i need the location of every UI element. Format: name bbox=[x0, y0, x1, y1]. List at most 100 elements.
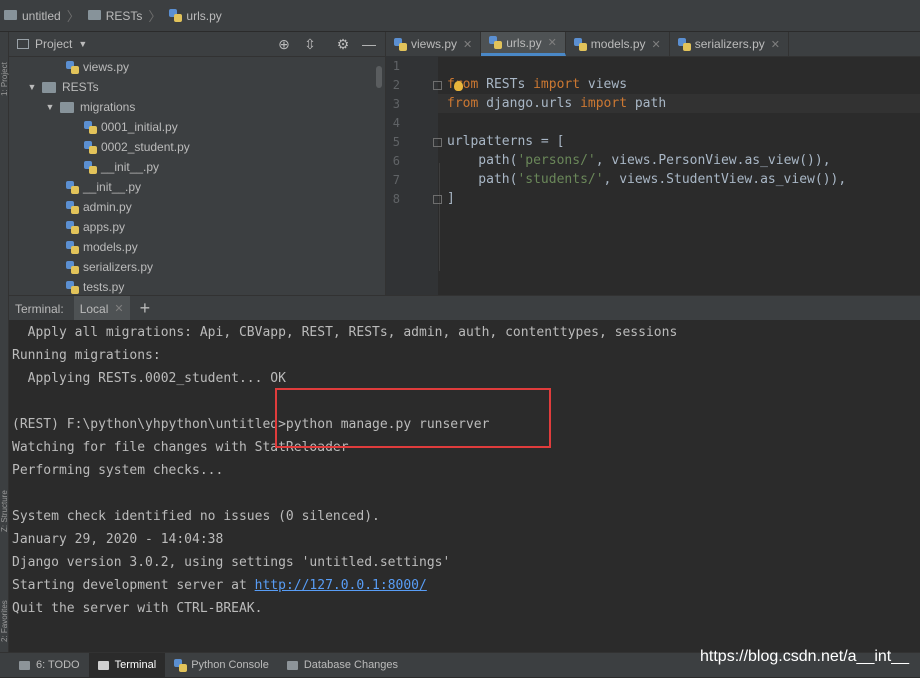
python-file-icon bbox=[84, 140, 97, 154]
terminal-tab-local[interactable]: Local ✕ bbox=[73, 296, 130, 321]
todo-icon bbox=[19, 660, 30, 670]
tab-label: Database Changes bbox=[303, 659, 399, 671]
close-icon[interactable]: ✕ bbox=[114, 302, 123, 315]
terminal-header: Terminal: Local ✕ + bbox=[9, 295, 920, 321]
code-token: path( bbox=[447, 172, 518, 187]
tree-item-0001-initial[interactable]: 0001_initial.py bbox=[84, 117, 178, 137]
tree-item-rests[interactable]: ▼ RESTs bbox=[26, 77, 99, 97]
lightbulb-icon[interactable] bbox=[454, 81, 463, 91]
project-scrollbar[interactable] bbox=[376, 66, 382, 88]
code-line-8[interactable]: ] bbox=[447, 191, 455, 206]
line-number: 2 bbox=[392, 78, 400, 92]
breadcrumb-item-urls[interactable]: urls.py bbox=[165, 9, 223, 23]
code-line-7[interactable]: path('students/', views.StudentView.as_v… bbox=[447, 172, 846, 187]
breadcrumb-label: urls.py bbox=[186, 8, 222, 23]
project-view-selector[interactable]: Project ▼ bbox=[17, 37, 87, 51]
favorites-tool-window-button[interactable]: 2: Favorites bbox=[0, 552, 9, 642]
code-token: , views.StudentView.as_view()), bbox=[603, 172, 847, 187]
code-line-6[interactable]: path('persons/', views.PersonView.as_vie… bbox=[447, 153, 830, 168]
new-session-icon[interactable]: + bbox=[140, 298, 151, 319]
breadcrumb-item-rests[interactable]: RESTs bbox=[84, 9, 145, 23]
project-panel: Project ▼ ⊕ ⇳ ⚙ — views.py ▼ RESTs ▼ mig… bbox=[9, 32, 385, 295]
tree-item-label: RESTs bbox=[62, 80, 99, 94]
tree-item-models[interactable]: models.py bbox=[66, 237, 138, 257]
tab-label: Terminal bbox=[114, 659, 157, 671]
locate-file-icon[interactable]: ⊕ bbox=[276, 36, 292, 52]
tree-item-apps[interactable]: apps.py bbox=[66, 217, 125, 237]
terminal-line: Performing system checks... bbox=[12, 463, 224, 478]
breadcrumb-label: untitled bbox=[22, 8, 61, 23]
python-file-icon bbox=[84, 160, 97, 174]
terminal-line: Running migrations: bbox=[12, 348, 161, 363]
hide-panel-icon[interactable]: — bbox=[361, 36, 377, 52]
tree-item-admin[interactable]: admin.py bbox=[66, 197, 132, 217]
tree-item-migrations-init[interactable]: __init__.py bbox=[84, 157, 159, 177]
python-file-icon bbox=[84, 120, 97, 134]
line-number: 6 bbox=[392, 154, 400, 168]
code-line-5[interactable]: urlpatterns = [ bbox=[447, 134, 564, 149]
code-line-2[interactable]: from RESTs import views bbox=[447, 77, 627, 92]
highlight-box bbox=[275, 388, 551, 448]
structure-tool-window-button[interactable]: Z: Structure bbox=[0, 462, 9, 532]
breadcrumb-item-untitled[interactable]: untitled bbox=[0, 9, 63, 23]
watermark-text: https://blog.csdn.net/a__int__ bbox=[700, 648, 910, 665]
navigation-breadcrumb: untitled 〉 RESTs 〉 urls.py bbox=[0, 0, 920, 32]
python-file-icon bbox=[66, 200, 79, 214]
server-start-text: Starting development server at bbox=[12, 578, 255, 593]
tab-serializers-py[interactable]: serializers.py ✕ bbox=[670, 32, 789, 56]
python-file-icon bbox=[66, 60, 79, 74]
python-file-icon bbox=[66, 240, 79, 254]
tree-item-0002-student[interactable]: 0002_student.py bbox=[84, 137, 190, 157]
keyword-token: import bbox=[533, 77, 581, 92]
tree-item-serializers[interactable]: serializers.py bbox=[66, 257, 153, 277]
close-icon[interactable]: ✕ bbox=[771, 38, 780, 51]
tree-item-tests[interactable]: tests.py bbox=[66, 277, 124, 295]
tab-database-changes[interactable]: Database Changes bbox=[278, 653, 407, 678]
tree-item-migrations[interactable]: ▼ migrations bbox=[44, 97, 136, 117]
fold-marker-icon[interactable] bbox=[433, 195, 442, 204]
close-icon[interactable]: ✕ bbox=[463, 38, 472, 51]
project-tool-window-button[interactable]: 1: Project bbox=[0, 38, 9, 96]
tree-item-init[interactable]: __init__.py bbox=[66, 177, 141, 197]
close-icon[interactable]: ✕ bbox=[652, 38, 661, 51]
chevron-right-icon: 〉 bbox=[66, 9, 80, 24]
server-url-link[interactable]: http://127.0.0.1:8000/ bbox=[255, 578, 427, 593]
code-line-3[interactable]: from django.urls import path bbox=[447, 96, 666, 111]
string-token: 'students/' bbox=[517, 172, 604, 187]
collapse-all-icon[interactable]: ⇳ bbox=[302, 36, 318, 52]
breadcrumb-label: RESTs bbox=[105, 8, 143, 23]
chevron-right-icon: 〉 bbox=[148, 9, 162, 24]
tab-label: models.py bbox=[590, 37, 646, 51]
indent-guide bbox=[439, 163, 440, 271]
expanded-arrow-icon[interactable]: ▼ bbox=[44, 102, 56, 112]
python-file-icon bbox=[66, 280, 79, 294]
line-number: 8 bbox=[392, 192, 400, 206]
tab-label: views.py bbox=[411, 37, 458, 51]
expanded-arrow-icon[interactable]: ▼ bbox=[26, 82, 38, 92]
close-icon[interactable]: ✕ bbox=[548, 36, 557, 49]
terminal-icon bbox=[97, 660, 109, 670]
gear-icon[interactable]: ⚙ bbox=[335, 36, 351, 52]
tab-views-py[interactable]: views.py ✕ bbox=[386, 32, 482, 56]
tab-todo[interactable]: 6: TODO bbox=[10, 653, 89, 678]
code-token: RESTs bbox=[478, 77, 534, 92]
tree-item-views[interactable]: views.py bbox=[66, 57, 129, 77]
tree-item-label: admin.py bbox=[83, 200, 132, 214]
tab-models-py[interactable]: models.py ✕ bbox=[566, 32, 670, 56]
line-number: 3 bbox=[392, 97, 400, 111]
folder-icon bbox=[60, 101, 74, 113]
tab-terminal[interactable]: Terminal bbox=[88, 652, 166, 678]
tab-python-console[interactable]: Python Console bbox=[165, 653, 278, 678]
tab-urls-py[interactable]: urls.py ✕ bbox=[481, 32, 566, 56]
line-number: 4 bbox=[392, 116, 400, 130]
terminal-line: Apply all migrations: Api, CBVapp, REST,… bbox=[12, 325, 678, 340]
line-number: 5 bbox=[392, 135, 400, 149]
terminal-line: Starting development server at http://12… bbox=[12, 578, 427, 593]
fold-marker-icon[interactable] bbox=[433, 81, 442, 90]
terminal-output[interactable]: Apply all migrations: Api, CBVapp, REST,… bbox=[9, 320, 920, 652]
python-console-icon bbox=[174, 658, 188, 672]
python-file-icon bbox=[66, 220, 79, 234]
string-token: 'persons/' bbox=[517, 153, 596, 168]
code-editor: views.py ✕ urls.py ✕ models.py ✕ seriali… bbox=[385, 32, 920, 295]
fold-marker-icon[interactable] bbox=[433, 138, 442, 147]
